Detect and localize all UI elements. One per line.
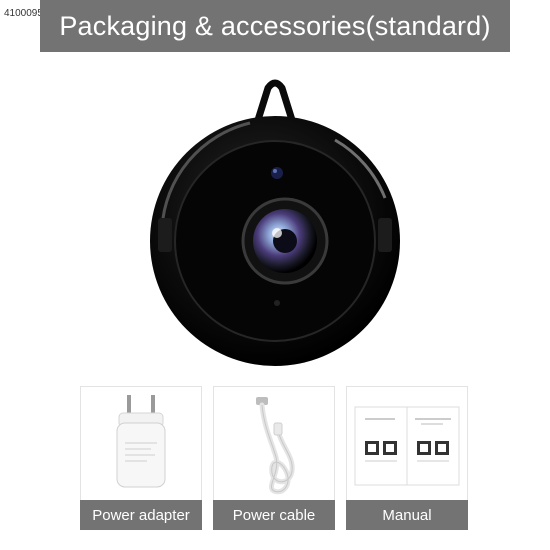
- sku-number: 4100095: [4, 8, 43, 19]
- banner-title-text: Packaging & accessories(standard): [59, 10, 491, 41]
- accessory-card-manual: Manual: [346, 386, 468, 530]
- manual-label: Manual: [346, 500, 468, 530]
- camera-illustration: [150, 79, 400, 366]
- accessory-card-power-adapter: Power adapter: [80, 386, 202, 530]
- power-adapter-label: Power adapter: [80, 500, 202, 530]
- power-cable-icon: [256, 397, 295, 495]
- power-cable-label: Power cable: [213, 500, 335, 530]
- power-adapter-icon: [116, 395, 166, 488]
- banner-title: Packaging & accessories(standard): [40, 0, 510, 52]
- manual-icon: [354, 406, 460, 486]
- accessory-card-power-cable: Power cable: [213, 386, 335, 530]
- camera-image: [140, 78, 410, 368]
